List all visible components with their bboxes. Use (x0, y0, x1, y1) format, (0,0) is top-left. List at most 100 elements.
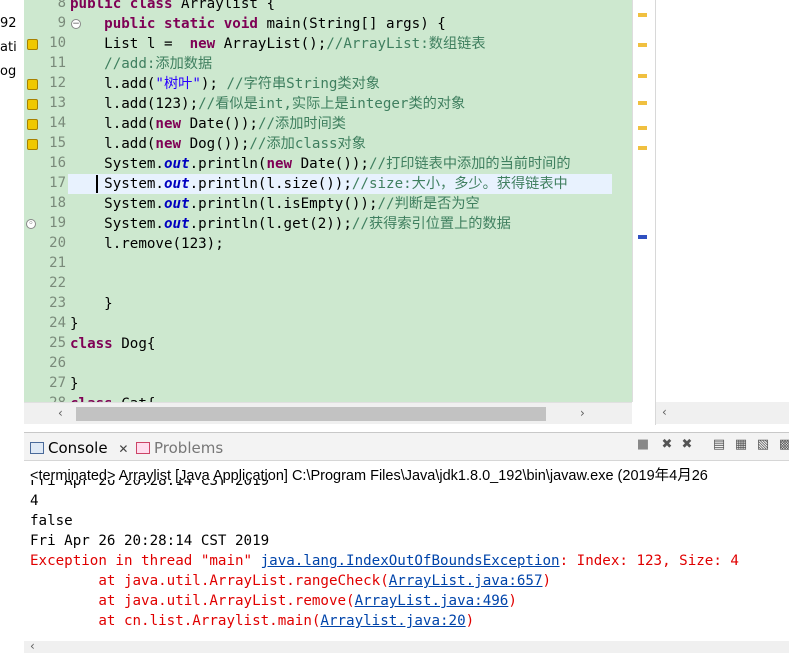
scroll-left-arrow-icon[interactable]: ‹ (58, 406, 63, 420)
code-line[interactable]: l.remove(123); (70, 234, 224, 254)
code-token: Date()); (300, 156, 369, 172)
code-line[interactable]: //add:添加数据 (70, 54, 212, 74)
warning-marker[interactable] (638, 43, 647, 47)
code-token: Dog()); (189, 136, 250, 152)
line-number: 25 (49, 335, 66, 351)
code-line[interactable]: System.out.println(l.isEmpty());//判断是否为空 (70, 194, 480, 214)
terminate-icon[interactable]: ■ (635, 437, 651, 453)
occurrence-marker[interactable] (638, 235, 647, 239)
code-line[interactable]: System.out.println(l.get(2));//获得索引位置上的数… (70, 214, 511, 234)
code-line[interactable]: public static void main(String[] args) { (70, 14, 446, 34)
stack-trace-link[interactable]: ArrayList.java:496 (355, 593, 509, 609)
problems-icon (136, 442, 150, 454)
code-token: //size:大小，多少。获得链表中 (351, 176, 568, 192)
code-token: Arraylist { (181, 0, 276, 12)
code-line[interactable]: List l = new ArrayList();//ArrayList:数组链… (70, 34, 485, 54)
code-token: out (163, 156, 190, 172)
code-token: //添加class对象 (249, 136, 366, 152)
error-text: ) (465, 613, 475, 629)
line-number: 14 (49, 115, 66, 131)
warning-marker[interactable] (638, 146, 647, 150)
scrollbar-thumb[interactable] (76, 407, 546, 421)
code-line[interactable]: l.add("树叶"); //字符串String类对象 (70, 74, 380, 94)
line-number: 11 (49, 55, 66, 71)
code-token: l.add(123); (70, 96, 199, 112)
scroll-right-arrow-icon[interactable]: › (580, 406, 585, 420)
line-number: 8 (57, 0, 66, 11)
line-number: 10 (49, 35, 66, 51)
line-number: 26 (49, 355, 66, 371)
line-number: 16 (49, 155, 66, 171)
code-line[interactable]: class Cat{ (70, 394, 155, 402)
scroll-left-arrow-icon[interactable]: ‹ (662, 405, 667, 419)
line-number: 13 (49, 95, 66, 111)
line-number: 22 (49, 275, 66, 291)
editor-horizontal-scrollbar[interactable]: ‹ › (24, 402, 632, 424)
annotation-gutter[interactable]: ◦ (24, 0, 40, 402)
code-line[interactable]: l.add(123);//看似是int,实际上是integer类的对象 (70, 94, 465, 114)
line-number: 24 (49, 315, 66, 331)
warning-marker[interactable] (638, 101, 647, 105)
code-token: .println( (189, 156, 267, 172)
override-marker-icon[interactable]: ◦ (26, 219, 36, 229)
code-line[interactable]: System.out.println(l.size());//size:大小，多… (70, 174, 568, 194)
code-token: new (266, 156, 301, 172)
code-line[interactable]: System.out.println(new Date());//打印链表中添加… (70, 154, 570, 174)
remove-launch-icon[interactable]: ✖ (659, 437, 675, 453)
error-text: ) (542, 573, 552, 589)
line-number: 18 (49, 195, 66, 211)
close-icon[interactable]: ✕ (118, 442, 128, 456)
code-token: //判断是否为空 (377, 196, 480, 212)
scroll-lock-icon[interactable]: ▦ (733, 437, 749, 453)
line-number: 9 (57, 15, 66, 31)
line-number-gutter[interactable]: 8 9 10 11 12 13 14 15 16 17 18 19 20 21 22 23 24 25 26 27 28… (40, 0, 81, 402)
warning-icon[interactable] (27, 39, 38, 50)
code-token: //添加时间类 (257, 116, 346, 132)
pin-console-icon[interactable]: ▩ (777, 437, 789, 453)
warning-icon[interactable] (27, 119, 38, 130)
code-line[interactable]: public class Arraylist { (70, 0, 275, 14)
code-token: new (189, 36, 224, 52)
left-fragment: ati (0, 40, 17, 55)
code-token: out (163, 196, 190, 212)
console-panel[interactable]: Console ✕ Problems ■ ✖ ✖ ▤ ▦ ▧ ▩ <termin… (24, 432, 789, 653)
console-output[interactable]: Fri Apr 26 20:28:14 CST 2019 4 false Fri Ap… (30, 480, 789, 640)
warning-icon[interactable] (27, 99, 38, 110)
word-wrap-icon[interactable]: ▧ (755, 437, 771, 453)
warning-marker[interactable] (638, 126, 647, 130)
outline-horizontal-scrollbar[interactable]: ‹ (656, 402, 789, 424)
code-line[interactable]: } (70, 294, 113, 314)
code-token: public class (70, 0, 182, 12)
console-line: Exception in thread "main" java.lang.Ind… (30, 551, 739, 571)
error-text: ) (508, 593, 517, 609)
error-text: at cn.list.Arraylist.main( (30, 613, 321, 629)
warning-marker[interactable] (638, 74, 647, 78)
warning-icon[interactable] (27, 79, 38, 90)
line-number: 12 (49, 75, 66, 91)
console-toolbar: ■ ✖ ✖ ▤ ▦ ▧ ▩ (629, 437, 789, 457)
code-line[interactable]: l.add(new Dog());//添加class对象 (70, 134, 366, 154)
code-line[interactable]: l.add(new Date());//添加时间类 (70, 114, 346, 134)
tab-problems-label: Problems (154, 439, 224, 457)
remove-all-terminated-icon[interactable]: ✖ (679, 437, 695, 453)
overview-ruler[interactable] (632, 0, 654, 402)
clear-console-icon[interactable]: ▤ (711, 437, 727, 453)
code-line[interactable]: } (70, 314, 79, 334)
stack-trace-link[interactable]: java.lang.IndexOutOfBoundsException (261, 553, 560, 569)
code-line[interactable]: class Dog{ (70, 334, 155, 354)
warning-marker[interactable] (638, 13, 647, 17)
code-text-area[interactable]: public class Arraylist { public static v… (68, 0, 612, 402)
warning-icon[interactable] (27, 139, 38, 150)
tab-problems[interactable]: Problems (136, 436, 223, 460)
stack-trace-link[interactable]: Arraylist.java:20 (320, 613, 465, 629)
code-token: ArrayList(); (223, 36, 327, 52)
code-token: } (70, 316, 79, 332)
tab-console[interactable]: Console ✕ (30, 436, 128, 460)
left-fragment: 92 (0, 16, 17, 31)
scroll-left-arrow-icon[interactable]: ‹ (30, 639, 35, 653)
code-line[interactable]: } (70, 374, 79, 394)
stack-trace-link[interactable]: ArrayList.java:657 (389, 573, 543, 589)
code-editor[interactable]: ◦ 8 9 10 11 12 13 14 15 16 17 18 19 20 21 22 23 24 25 26 27… (24, 0, 636, 402)
console-horizontal-scrollbar[interactable]: ‹ (24, 639, 789, 653)
console-line: at java.util.ArrayList.rangeCheck(ArrayL… (30, 571, 551, 591)
